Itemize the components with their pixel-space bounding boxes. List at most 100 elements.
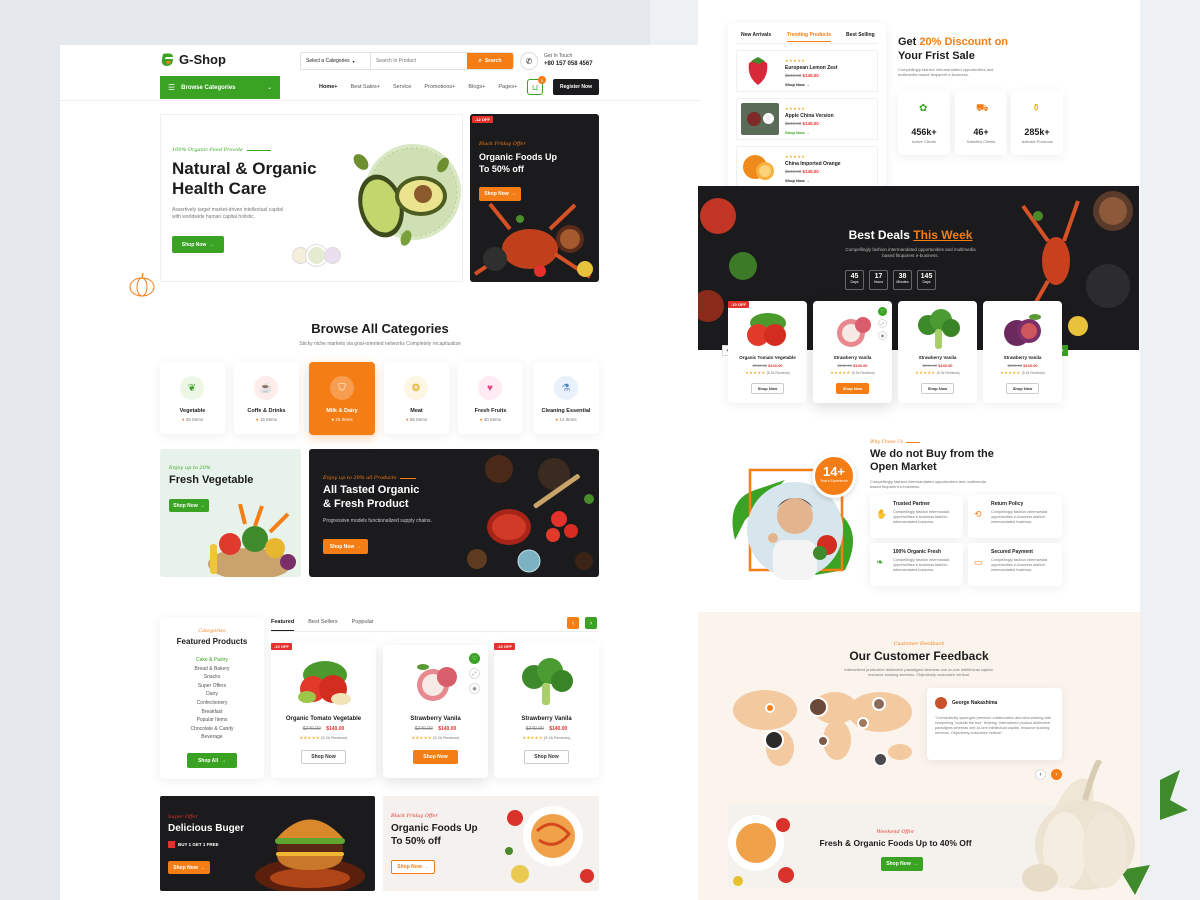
contact-phone[interactable]: +80 157 058 4567 [544,61,593,67]
avatar[interactable] [817,735,829,747]
product-shop-button[interactable]: Shop Now [301,750,346,764]
nav-blogs[interactable]: Blogs+ [468,84,485,90]
nav-service[interactable]: Service [393,84,411,90]
trending-shop-link[interactable]: Shop Now → [785,130,810,135]
nav-best-sales[interactable]: Best Sales+ [351,84,381,90]
trending-shop-link[interactable]: Shop Now → [785,82,810,87]
trending-shop-link[interactable]: Shop Now → [785,178,810,183]
shop-all-label: Shop All [197,757,219,764]
shop-all-button[interactable]: Shop All → [187,753,237,768]
tab-best-sellers[interactable]: Best Sellers [308,619,337,631]
category-card-cleaning[interactable]: ⚗ Cleaning Essential ● 14 Items [533,362,599,434]
deal-shop-button[interactable]: Shop Now [1006,383,1039,394]
featured-category-item[interactable]: Confectionery [160,699,264,708]
feature-title: Trusted Partner [893,501,930,507]
featured-category-item[interactable]: Chocolate & Candy [160,725,264,734]
product-old-price: $240.00 [525,726,544,732]
tomato-vegetable-image [298,661,351,705]
experience-badge: 14+ Year's Experience [812,454,856,498]
deal-product-card[interactable]: Strawberry Vanila $240.00 $140.00 ★★★★★ … [983,301,1062,403]
product-card[interactable]: -10 OFF Organic Tomato Vegetable $240.00… [271,643,376,778]
featured-category-item[interactable]: Snacks [160,673,264,682]
featured-category-item[interactable]: Super Offers [160,682,264,691]
featured-eyebrow: Categories [198,628,226,634]
deal-shop-button[interactable]: Shop Now [751,383,784,394]
tab-featured[interactable]: Featured [271,619,295,631]
new-price: $140.00 [768,363,783,368]
product-name: Organic Tomato Vegetable [285,716,362,722]
discount-tag: -10 OFF [728,301,749,308]
search-bar: Select a Categories ▾ ⌕ Search [300,52,514,70]
browse-categories-button[interactable]: ☰ Browse Categories ⌄ [160,76,280,99]
next-arrow-button[interactable]: › [585,617,597,629]
quick-view-eye-icon[interactable]: ◉ [878,331,887,340]
deal-product-card[interactable]: Strawberry Vanila $240.00 $140.00 ★★★★★ … [898,301,977,403]
header-divider [60,100,700,101]
heart-icon[interactable]: ♡ [763,113,774,124]
category-select-label: Select a Categories [306,58,350,64]
tab-new-arrivals[interactable]: New Arrivals [741,32,771,38]
search-input[interactable] [371,53,467,69]
search-button[interactable]: ⌕ Search [467,53,513,69]
tasted-shop-button[interactable]: Shop Now → [323,539,368,554]
nav-pages[interactable]: Pages+ [498,84,517,90]
thumb-dot[interactable] [324,247,341,264]
fresh-veg-cta-label: Shop Now [173,502,198,509]
avatar[interactable] [764,730,784,750]
product-price: $240.00 $140.00 [383,726,488,732]
burger-shop-button[interactable]: Shop Now → [168,861,210,874]
prev-arrow-button[interactable]: ‹ [567,617,579,629]
trending-item[interactable]: ★★★★★ European Lemon Zest $240.00 $140.0… [736,50,878,92]
timer-unit: Minutes [896,280,909,284]
fruit-icon: ♥ [478,376,502,400]
category-card-meat[interactable]: ❂ Meat ● 55 Items [384,362,449,434]
wishlist-heart-icon[interactable]: ♡ [469,653,480,664]
category-card-vegetable[interactable]: ❦ Vegetable ● 25 Items [160,362,225,434]
featured-category-item[interactable]: Dairy [160,690,264,699]
deal-product-card[interactable]: -10 OFF Organic Tomato Vegetable $240.00… [728,301,807,403]
nav-promotions[interactable]: Promotions+ [424,84,455,90]
featured-category-item[interactable]: Cake & Pastry [160,656,264,665]
tab-poppular[interactable]: Poppular [352,619,374,631]
tabs-divider [736,43,878,44]
category-count: ● 18 Items [331,417,353,422]
category-select[interactable]: Select a Categories ▾ [301,53,371,69]
trending-item[interactable]: ♡ ★★★★★ Apple China Version $240.00 $140… [736,98,878,140]
whyus-eyebrow: Why Chose Us [870,440,921,445]
trending-item[interactable]: ★★★★★ China Imported Orange $240.00 $140… [736,146,878,188]
featured-category-item[interactable]: Breakfast [160,708,264,717]
featured-category-item[interactable]: Bread & Bakery [160,665,264,674]
category-card-coffee[interactable]: ☕ Coffe & Drinks ● 15 Items [234,362,299,434]
compare-icon[interactable]: ⤢ [878,319,887,328]
avatar[interactable] [873,752,888,767]
product-shop-button[interactable]: Shop Now [524,750,569,764]
product-card[interactable]: ♡ ⤢ ◉ Strawberry Vanila $240.00 $140.00 … [383,645,488,778]
featured-category-item[interactable]: Popular Items [160,716,264,725]
logo[interactable]: G-Shop [160,52,226,67]
product-shop-button[interactable]: Shop Now [413,750,458,764]
organic-banner-shop-button[interactable]: Shop Now → [391,860,435,874]
avatar[interactable] [872,697,886,711]
nav-home[interactable]: Home+ [319,84,338,90]
quick-view-eye-icon[interactable]: ◉ [469,683,480,694]
tab-best-selling[interactable]: Best Selling [846,32,875,38]
avatar[interactable] [857,717,869,729]
timer-value: 45 [850,273,859,280]
timer-unit: Days [922,280,931,284]
weekend-shop-button[interactable]: Shop Now → [881,857,923,871]
tab-trending-products[interactable]: Trending Products [787,32,832,42]
featured-category-item[interactable]: Beverage [160,733,264,742]
deal-shop-button[interactable]: Shop Now [836,383,869,394]
compare-icon[interactable]: ⤢ [469,668,480,679]
category-card-fresh-fruits[interactable]: ♥ Fresh Fruits ● 30 Items [458,362,523,434]
deal-product-card[interactable]: ♡ ⤢ ◉ Strawberry Vanila $240.00 $140.00 … [813,301,892,403]
category-card-milk-dairy[interactable]: ⛉ Milk & Dairy ● 18 Items [309,362,375,435]
register-button[interactable]: Register Now [553,79,599,95]
deal-shop-button[interactable]: Shop Now [921,383,954,394]
timer-box: 38 Minutes [893,270,912,290]
product-card[interactable]: -10 OFF Strawberry Vanila $240.00 $140.0… [494,643,599,778]
avatar[interactable] [808,697,828,717]
wishlist-heart-icon[interactable]: ♡ [878,307,887,316]
star-rating-icon: ★★★★★ [1000,370,1021,375]
hero-shop-now-button[interactable]: Shop Now → [172,236,224,253]
